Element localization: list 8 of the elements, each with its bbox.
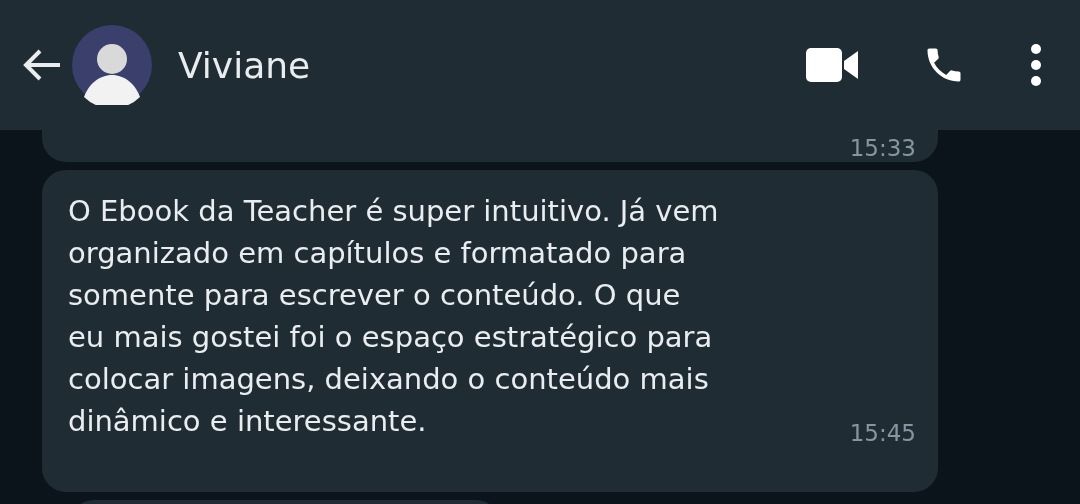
message-time: 15:45	[849, 420, 916, 446]
message-text: O Ebook da Teacher é super intuitivo. Já vem organizado em capítulos e formatado para somente para escrever o conteúdo. O que eu mais gostei foi o espaço estratégico para colocar imagens, deixando o conteúdo mais dinâmico e interessante.	[68, 193, 719, 440]
message-time: 15:33	[849, 134, 916, 162]
more-options-icon[interactable]	[1030, 43, 1042, 87]
back-arrow-icon[interactable]	[22, 48, 62, 82]
video-call-icon[interactable]	[806, 48, 858, 82]
avatar[interactable]	[72, 25, 152, 105]
contact-name[interactable]: Viviane	[178, 44, 311, 86]
